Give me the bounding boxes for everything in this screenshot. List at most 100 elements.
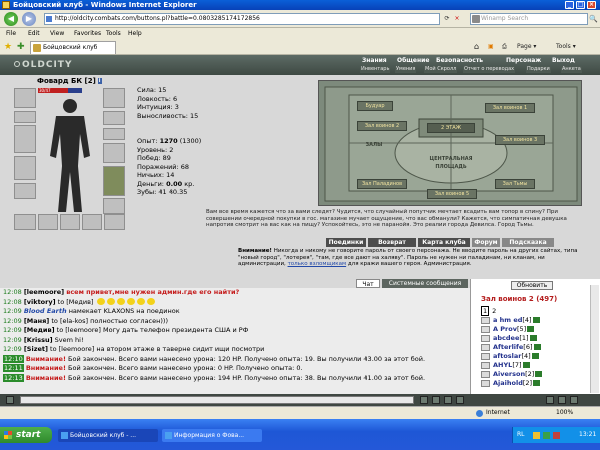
player-list-scrollbar[interactable] <box>590 285 599 393</box>
menu-exit[interactable]: Выход <box>552 57 575 64</box>
spell-slot-4[interactable] <box>82 214 102 230</box>
page-menu[interactable]: Page ▾ <box>517 42 536 52</box>
player-item[interactable]: Afterlife[6] <box>481 343 599 352</box>
chat-timestamp[interactable]: 12:08 <box>3 298 22 306</box>
task-combats[interactable]: Бойцовский клуб - ... <box>58 429 158 442</box>
page-1[interactable]: 1 <box>481 306 490 316</box>
map-dark-hall[interactable]: Зал Тьмы <box>495 179 535 189</box>
helmet-slot[interactable] <box>14 88 36 108</box>
chat-nick[interactable]: [Krissu] <box>24 336 53 344</box>
page-2[interactable]: 2 <box>492 307 496 315</box>
map-warriors-hall-2[interactable]: Зал воинов 2 <box>357 121 407 131</box>
chat-exit-icon[interactable] <box>570 396 578 404</box>
chat-mode-icon[interactable] <box>6 396 14 404</box>
rings-slot[interactable] <box>103 128 125 140</box>
menu-tools[interactable]: Tools <box>106 28 121 39</box>
submenu-inventory[interactable]: Инвентарь <box>360 66 391 73</box>
chat-timestamp[interactable]: 12:09 <box>3 317 22 325</box>
close-button[interactable]: × <box>587 1 596 9</box>
chat-nick[interactable]: [Sizet] <box>24 345 48 353</box>
home-icon[interactable]: ⌂ <box>474 42 479 52</box>
menu-help[interactable]: Help <box>128 28 142 39</box>
player-name[interactable]: Aiverson <box>493 370 525 378</box>
chat-timestamp[interactable]: 12:08 <box>3 288 22 296</box>
menu-character[interactable]: Персонаж <box>506 57 541 64</box>
menu-edit[interactable]: Edit <box>28 28 40 39</box>
chat-nick[interactable]: [Медив] <box>24 326 55 334</box>
chat-timestamp[interactable]: 12:09 <box>3 345 22 353</box>
spell-slot-3[interactable] <box>60 214 80 230</box>
zoom-level[interactable]: 100% <box>556 407 573 419</box>
club-map-button[interactable]: Карта клуба <box>418 238 470 247</box>
weapon-slot[interactable] <box>14 125 36 153</box>
tab-active[interactable]: Бойцовский клуб <box>30 41 116 54</box>
chat-nick[interactable]: Blood Earth <box>24 307 67 315</box>
info-icon[interactable] <box>532 317 540 323</box>
player-item[interactable]: Aiverson[2] <box>481 370 599 379</box>
menu-view[interactable]: View <box>50 28 64 39</box>
menu-file[interactable]: File <box>6 28 16 39</box>
spell-slot-2[interactable] <box>38 214 58 230</box>
player-name[interactable]: AHYL <box>493 361 512 369</box>
boots-slot[interactable] <box>103 198 125 214</box>
chat-nick[interactable]: [leemoore] <box>24 288 64 296</box>
submenu-gifts[interactable]: Подарки <box>526 66 551 73</box>
task-info[interactable]: Информация о Фова... <box>162 429 262 442</box>
forward-button[interactable]: ▶ <box>22 12 36 26</box>
chat-nick[interactable]: [Маня] <box>24 317 49 325</box>
filter-icon[interactable] <box>456 396 464 404</box>
language-indicator[interactable]: RL <box>517 427 525 443</box>
return-button[interactable]: Возврат <box>368 238 416 247</box>
info-icon[interactable] <box>522 362 530 368</box>
search-icon[interactable]: 🔍 <box>589 14 598 24</box>
menu-knowledge[interactable]: Знания <box>362 57 387 64</box>
address-input[interactable]: http://oldcity.combats.com/buttons.pl?ba… <box>44 13 440 25</box>
player-item[interactable]: AHYL[7] <box>481 361 599 370</box>
refresh-icon[interactable]: ⟳ <box>443 14 451 24</box>
chat-timestamp[interactable]: 12:09 <box>3 326 22 334</box>
chat-refresh-icon[interactable] <box>558 396 566 404</box>
send-icon[interactable] <box>420 396 428 404</box>
chat-timestamp[interactable]: 12:09 <box>3 307 22 315</box>
start-button[interactable]: start <box>0 427 52 443</box>
map-boudoir[interactable]: Будуар <box>357 101 393 111</box>
print-icon[interactable]: ⎙ <box>502 42 507 52</box>
gloves-slot[interactable] <box>103 143 125 163</box>
bracers-slot[interactable] <box>103 111 125 125</box>
chat-nick[interactable]: [viktory] <box>24 298 56 306</box>
clock[interactable]: 13:21 <box>579 427 596 443</box>
info-button[interactable]: i <box>97 78 102 84</box>
clear-icon[interactable] <box>432 396 440 404</box>
spell-slot-5[interactable] <box>104 214 125 230</box>
menu-favorites[interactable]: Favorites <box>74 28 101 39</box>
info-icon[interactable] <box>527 326 535 332</box>
player-item[interactable]: aftoslar[4] <box>481 352 599 361</box>
submenu-scroll[interactable]: Мой Скролл <box>424 66 458 73</box>
tab-chat[interactable]: Чат <box>356 279 380 288</box>
player-item[interactable]: a hm ed[4] <box>481 316 599 325</box>
forum-button[interactable]: Форум <box>472 238 500 247</box>
hint-button[interactable]: Подсказка <box>502 238 554 247</box>
search-input[interactable]: Winamp Search <box>470 13 588 25</box>
chat-input[interactable] <box>20 396 414 404</box>
player-item[interactable]: abcdee[1] <box>481 334 599 343</box>
chat-settings-icon[interactable] <box>546 396 554 404</box>
player-name[interactable]: Afterlife <box>493 343 523 351</box>
tray-icon[interactable] <box>543 432 550 439</box>
player-name[interactable]: Ajaihold <box>493 379 523 387</box>
player-name[interactable]: aftoslar <box>493 352 521 360</box>
battles-button[interactable]: Поединки <box>326 238 366 247</box>
feeds-icon[interactable]: ▣ <box>488 42 494 52</box>
player-name[interactable]: abcdee <box>493 334 519 342</box>
belt-slot[interactable] <box>14 183 36 199</box>
earrings-slot[interactable] <box>103 88 125 108</box>
maximize-button[interactable]: □ <box>576 1 585 9</box>
info-icon[interactable] <box>535 371 543 377</box>
player-name[interactable]: A Prov <box>493 325 517 333</box>
map-warriors-hall-5[interactable]: Зал воинов 5 <box>427 189 477 199</box>
tray-icon[interactable] <box>533 432 540 439</box>
minimize-button[interactable]: _ <box>565 1 574 9</box>
spell-slot-1[interactable] <box>14 214 36 230</box>
tray-icon[interactable] <box>553 432 560 439</box>
submenu-skills[interactable]: Умения <box>395 66 417 73</box>
